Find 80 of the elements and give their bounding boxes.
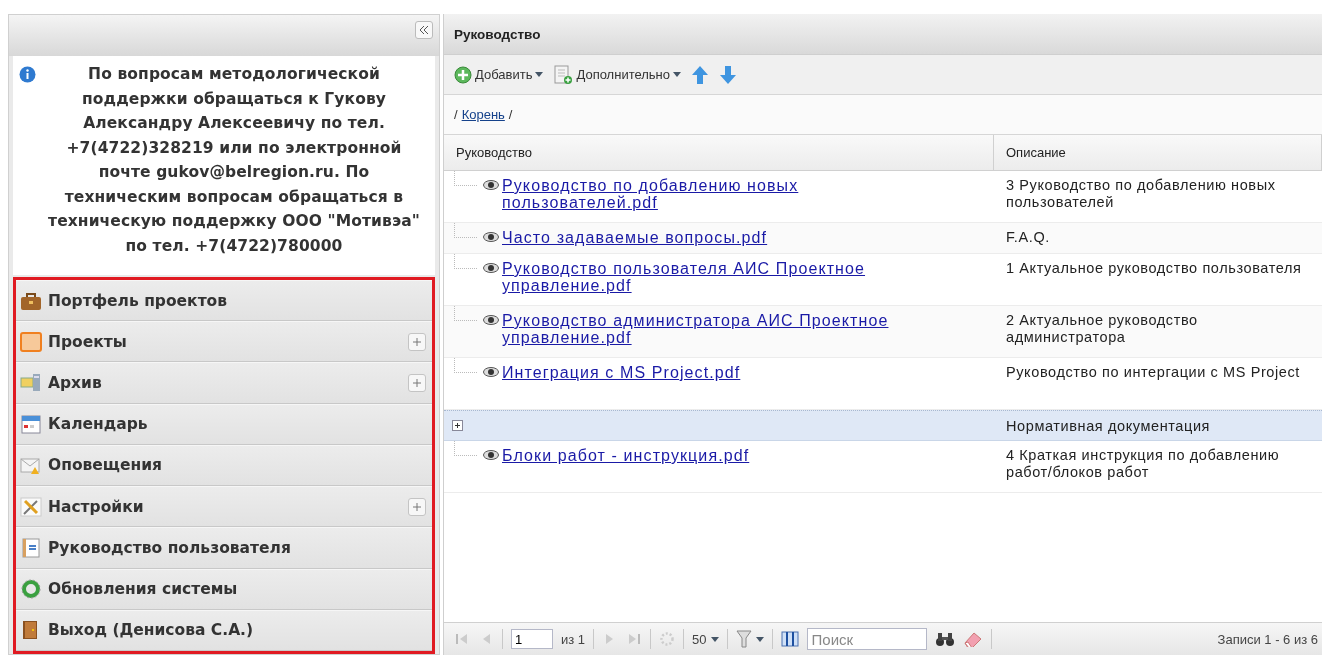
table-cell-text: 1 Актуальное руководство пользователя [1005, 259, 1303, 278]
caret-icon [673, 72, 682, 77]
nav-item[interactable]: Настройки [16, 486, 432, 528]
file-link[interactable]: Часто задаваемые вопросы.pdf [502, 229, 768, 246]
nav-item[interactable]: Выход (Денисова С.А.) [16, 609, 432, 651]
calendar-icon [20, 414, 42, 435]
support-text: По вопросам методологической поддержки обращаться к Гукову Александру Алексеевичу по тел. +7(4722)328219 или по электронной почте gukov@belregion.ru. По техническим вопросам обращаться в техническую поддержку ООО "Мотивэа" по тел. +7(4722)780000 [47, 64, 421, 257]
nav-label: Архив [48, 374, 103, 393]
expand-icon[interactable] [452, 420, 463, 431]
eye-icon[interactable] [483, 450, 499, 460]
nav-label: Оповещения [48, 456, 164, 475]
nav-item[interactable]: Обновления системы [16, 568, 432, 610]
collapse-button[interactable] [415, 21, 433, 39]
nav-item[interactable]: Архив [16, 362, 432, 404]
search-field[interactable]: Поиск [806, 628, 927, 650]
table-cell-text: 2 Актуальное руководство администратора [1005, 311, 1199, 347]
column-header[interactable]: Руководство [444, 135, 994, 170]
caret-icon [710, 636, 719, 642]
file-link[interactable]: Руководство администратора АИС Проектное управление.pdf [502, 312, 942, 346]
columns-button[interactable] [780, 631, 799, 647]
plus-icon [412, 378, 422, 389]
plus-icon [412, 501, 422, 512]
eye-icon[interactable] [483, 263, 499, 273]
plus-circle-icon [454, 65, 472, 84]
caret-icon [535, 72, 544, 77]
nav-label: Настройки [48, 497, 145, 516]
page-size-button[interactable]: 50 [692, 631, 719, 647]
double-chevron-icon [419, 26, 429, 34]
file-link[interactable]: Руководство пользователя АИС Проектное управление.pdf [502, 260, 942, 294]
funnel-icon [735, 630, 752, 648]
table-cell-text: Нормативная документация [1005, 416, 1212, 436]
eraser-button[interactable] [962, 631, 983, 647]
add-button[interactable]: Добавить [454, 65, 544, 84]
folder-icon [20, 331, 42, 352]
column-header[interactable]: Описание [994, 135, 1322, 170]
info-icon [19, 66, 36, 83]
table-cell-text: 4 Краткая инструкция по добавлению работ/блоков работ [1005, 446, 1281, 482]
nav-item[interactable]: Оповещения [16, 444, 432, 487]
page-count: из 1 [561, 631, 586, 647]
archive-icon [20, 373, 42, 394]
records-count: Записи 1 - 6 из 6 [1217, 631, 1319, 647]
document-icon [20, 537, 42, 558]
table-cell-text: F.A.Q. [1005, 228, 1051, 247]
table-cell-text: Руководство по интергации с MS Project [1005, 363, 1301, 382]
table-cell-text: 3 Руководство по добавлению новых пользователей [1005, 176, 1277, 212]
nav-label: Руководство пользователя [48, 538, 292, 557]
file-link[interactable]: Блоки работ - инструкция.pdf [502, 447, 750, 464]
nav-label: Выход (Денисова С.А.) [48, 621, 255, 640]
nav-label: Обновления системы [48, 580, 239, 599]
nav-item[interactable]: Проекты [16, 321, 432, 363]
panel-title: Руководство [444, 14, 1322, 55]
arrow-down-icon[interactable] [719, 64, 738, 85]
nav-item[interactable]: Портфель проектов [16, 280, 432, 322]
breadcrumb-separator: / [454, 107, 458, 122]
nav-label: Проекты [48, 332, 128, 351]
binoculars-button[interactable] [934, 631, 955, 647]
eye-icon[interactable] [483, 232, 499, 242]
briefcase-icon [20, 290, 42, 311]
nav-item[interactable]: Календарь [16, 403, 432, 445]
tools-icon [20, 496, 42, 517]
breadcrumb-separator: / [508, 107, 513, 122]
document-plus-icon [553, 64, 574, 85]
caret-icon [755, 636, 764, 642]
file-link[interactable]: Руководство по добавлению новых пользователей.pdf [502, 177, 942, 211]
filter-button[interactable] [735, 630, 764, 648]
eye-icon[interactable] [483, 180, 499, 190]
group-row[interactable]: Нормативная документация [444, 410, 1322, 441]
file-link[interactable]: Интеграция с MS Project.pdf [502, 364, 741, 381]
nav-label: Календарь [48, 415, 149, 434]
breadcrumb-link[interactable]: Корень [461, 107, 505, 122]
eye-icon[interactable] [483, 315, 499, 325]
eye-icon[interactable] [483, 367, 499, 377]
arrow-up-icon[interactable] [691, 64, 710, 85]
nav-item[interactable]: Руководство пользователя [16, 527, 432, 569]
page-field[interactable]: 1 [511, 629, 553, 649]
nav-label: Портфель проектов [48, 291, 229, 310]
refresh-icon [20, 579, 42, 600]
envelope-icon [20, 455, 42, 476]
plus-icon [412, 336, 422, 347]
more-button[interactable]: Дополнительно [553, 64, 682, 85]
